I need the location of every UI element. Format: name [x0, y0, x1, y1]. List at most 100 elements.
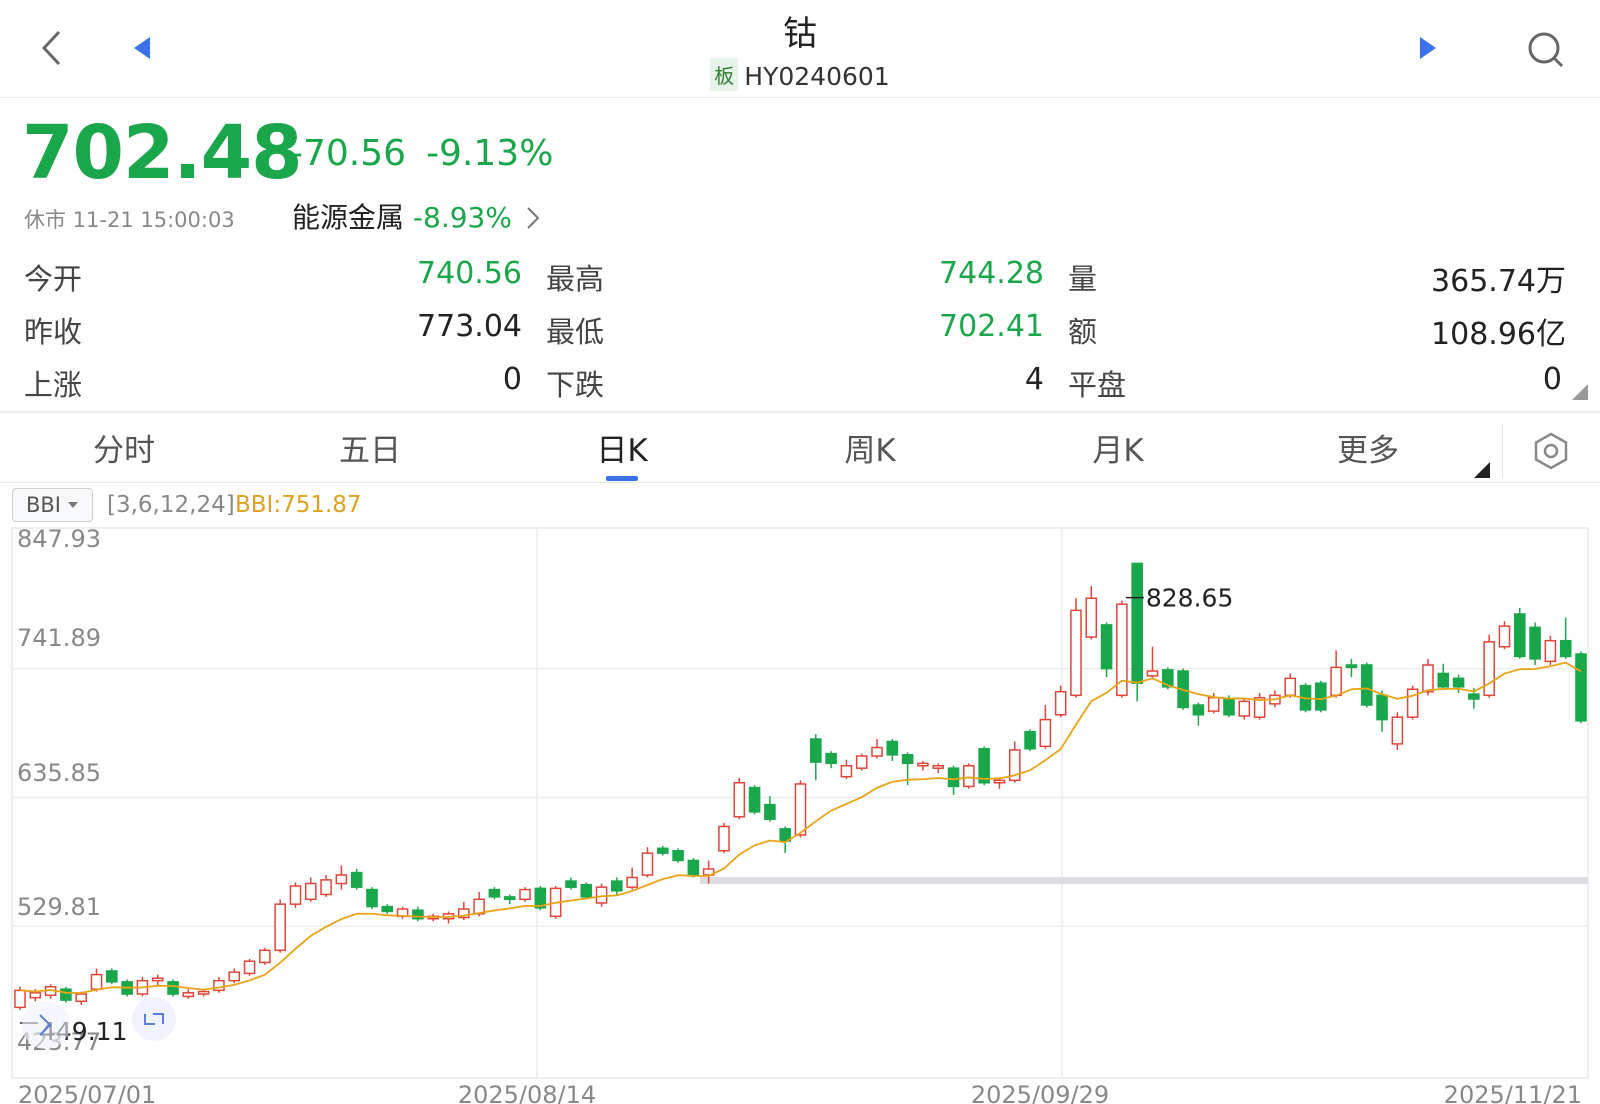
indicator-params: [3,6,12,24]	[107, 492, 235, 518]
candle-up	[274, 903, 286, 952]
y-tick-label: 635.85	[17, 759, 101, 787]
candle-down	[810, 738, 822, 763]
tab-monthly-k[interactable]: 月K	[1018, 425, 1218, 470]
candle-down	[901, 754, 914, 765]
candle-up	[151, 977, 164, 982]
x-tick-label: 2025/09/29	[971, 1081, 1109, 1104]
tab-daily-k[interactable]: 日K	[522, 425, 722, 470]
candle-up	[733, 781, 746, 818]
tab-separator	[1502, 424, 1503, 478]
candle-up	[75, 993, 88, 1003]
candle-up	[90, 973, 103, 990]
candle-down	[1513, 613, 1526, 658]
open-value: 740.56	[417, 256, 522, 291]
candle-up	[1284, 677, 1297, 697]
reference-band	[700, 877, 1588, 884]
candle-up	[855, 755, 868, 769]
candle-down	[1024, 731, 1036, 750]
prev-close-label: 昨收	[24, 315, 83, 349]
candle-down	[580, 883, 593, 898]
candle-down	[1376, 694, 1388, 721]
settings-hexagon-icon	[1534, 432, 1568, 470]
candle-down	[60, 988, 72, 1001]
sector-name: 能源金属	[292, 201, 405, 234]
candle-up	[1406, 688, 1419, 718]
change-percent: -9.13%	[426, 133, 554, 174]
candle-up	[794, 783, 807, 836]
candle-down	[947, 767, 960, 788]
candle-up	[1207, 697, 1220, 712]
tab-five-day[interactable]: 五日	[270, 425, 470, 470]
candle-down	[1345, 664, 1358, 669]
tab-weekly-k[interactable]: 周K	[770, 425, 970, 470]
candle-up	[1544, 639, 1557, 663]
candle-down	[656, 847, 669, 854]
indicator-name: BBI	[25, 493, 61, 517]
candle-down	[565, 880, 577, 888]
indicator-select[interactable]: BBI	[12, 488, 93, 522]
candle-down	[1468, 693, 1480, 700]
down-count-label: 下跌	[546, 368, 605, 402]
candle-up	[963, 764, 975, 788]
x-tick-label: 2025/11/21	[1444, 1081, 1582, 1104]
caret-down-icon	[68, 502, 78, 508]
last-price: 702.48	[22, 110, 303, 196]
candle-up	[1238, 700, 1251, 717]
tab-more[interactable]: 更多	[1268, 425, 1468, 470]
candle-down	[503, 896, 516, 901]
tab-intraday[interactable]: 分时	[24, 425, 224, 470]
candle-up	[1330, 666, 1342, 697]
volume-label: 量	[1068, 262, 1098, 296]
y-tick-label: 741.89	[17, 624, 101, 652]
candle-down	[1437, 672, 1450, 688]
triangle-right-icon	[1420, 37, 1436, 59]
candle-up	[871, 746, 883, 757]
sector-change: -8.93%	[412, 201, 512, 234]
board-badge: 板	[710, 58, 739, 91]
candle-down	[1559, 639, 1572, 658]
candle-up	[259, 949, 271, 964]
prev-close-value: 773.04	[417, 309, 522, 344]
search-button[interactable]	[1520, 24, 1572, 76]
more-dropdown-corner-icon	[1474, 462, 1490, 478]
candle-up	[1070, 609, 1082, 697]
candle-down	[350, 871, 363, 888]
high-label: 最高	[546, 262, 605, 296]
candle-up	[1054, 690, 1067, 716]
candle-up	[182, 992, 195, 998]
next-item-button[interactable]	[1406, 28, 1450, 68]
candle-up	[228, 971, 241, 982]
sector-link[interactable]: 能源金属 -8.93%	[292, 196, 541, 236]
candle-up	[641, 852, 654, 876]
candle-down	[488, 888, 501, 898]
candle-down	[381, 905, 394, 913]
x-tick-label: 2025/08/14	[458, 1081, 596, 1104]
candle-up	[1483, 641, 1495, 697]
candle-down	[167, 981, 179, 995]
volume-value: 365.74万	[1431, 264, 1566, 299]
candle-up	[595, 886, 608, 904]
active-tab-indicator	[606, 476, 638, 481]
candle-down	[687, 859, 700, 876]
candle-up	[335, 874, 348, 885]
kline-chart[interactable]: 847.93741.89635.85529.81423.772025/07/01…	[0, 525, 1600, 1104]
candle-down	[886, 740, 899, 756]
candle-down	[1529, 626, 1541, 660]
amount-value: 108.96亿	[1431, 317, 1566, 352]
down-count-value: 4	[1024, 362, 1044, 397]
fullscreen-button[interactable]	[132, 997, 176, 1041]
y-tick-label: 847.93	[17, 525, 101, 553]
candle-down	[1131, 562, 1143, 684]
chart-settings-button[interactable]	[1526, 426, 1576, 476]
expand-corner-icon[interactable]	[1570, 382, 1590, 402]
candle-down	[1100, 624, 1113, 670]
candle-up	[289, 885, 302, 905]
candle-down	[611, 880, 623, 892]
candle-up	[1498, 625, 1511, 648]
search-icon	[1528, 32, 1564, 68]
candle-up	[304, 882, 317, 901]
candle-down	[1192, 704, 1205, 716]
candle-down	[672, 849, 684, 862]
candle-down	[1452, 677, 1465, 688]
candle-up	[1391, 716, 1404, 745]
